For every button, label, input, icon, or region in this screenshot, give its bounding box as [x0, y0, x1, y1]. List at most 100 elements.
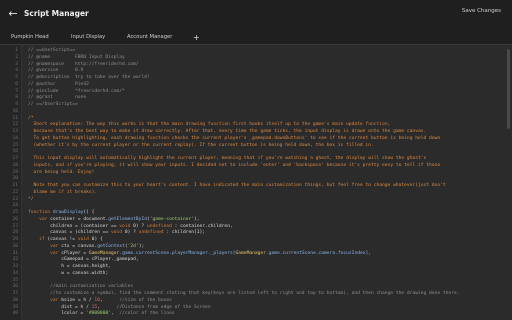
code-token: //to customize a symbol, find the commen… — [28, 291, 460, 296]
back-arrow-icon[interactable]: ← — [4, 0, 22, 26]
line-number: 35 — [12, 277, 18, 283]
code-text: var bsize = h / 10, //size of the boxes — [28, 298, 172, 303]
code-token: you're watching a ghost, the display wil… — [263, 156, 427, 161]
code-token: it breaks). — [63, 189, 98, 195]
code-line[interactable]: 20 — [0, 176, 512, 181]
line-number: 38 — [12, 297, 18, 303]
code-line[interactable]: 5 // @description try to take over the wo… — [0, 75, 512, 80]
line-number: 3 — [15, 61, 18, 67]
code-token: blame me — [28, 189, 59, 195]
tab-pumpkin-head[interactable]: Pumpkin Head — [11, 30, 71, 44]
code-line[interactable]: 17 This input display will automatically… — [0, 156, 512, 161]
code-token: inputs, and — [28, 162, 67, 168]
code-token: drawDisplay — [52, 210, 84, 215]
code-line[interactable]: 26 var container = document.getElementBy… — [0, 217, 512, 222]
code-line[interactable]: 28 canvas = (children == void 0) ? undef… — [0, 230, 512, 235]
code-line[interactable]: 8 // @grant none — [0, 95, 512, 100]
code-text: are being held. Enjoy! — [28, 170, 95, 175]
code-text: (whether it's by the current player or t… — [28, 143, 374, 148]
line-number: 10 — [12, 108, 18, 114]
code-token: GameManager — [235, 250, 266, 256]
code-text: canvas = (children == void 0) ? undefine… — [28, 230, 205, 235]
code-line[interactable]: 32 cGamepad = cPlayer._gamepad, — [0, 257, 512, 262]
code-line[interactable]: 7 // @include *freeriderhd.com/* — [0, 89, 512, 94]
code-token: function — [28, 210, 51, 215]
code-line[interactable]: 12 Short explanation: The way this works… — [0, 122, 512, 127]
line-number: 25 — [12, 210, 18, 215]
code-line[interactable]: 13 because that's the best way to make i… — [0, 129, 512, 134]
code-line[interactable]: 25 function drawDisplay() { — [0, 210, 512, 215]
code-line[interactable]: 3 // @namespace http://freeriderhd.com/ — [0, 62, 512, 67]
code-token: This input display will automatically hi… — [28, 156, 258, 161]
tab-account-manager[interactable]: Account Manager — [127, 30, 193, 44]
code-line[interactable]: 37 //to customize a symbol, find the com… — [0, 291, 512, 296]
code-line[interactable]: 15 (whether it's by the current player o… — [0, 143, 512, 148]
code-line[interactable]: 31 var cPlayer = GameManager.game.curren… — [0, 251, 512, 256]
line-number: 27 — [12, 223, 18, 229]
code-token: first hooks itself up to the game's main… — [229, 122, 366, 128]
code-token: */ — [28, 196, 34, 202]
code-line[interactable]: 23 */ — [0, 197, 512, 202]
code-line[interactable]: 6 // @author Pie42 — [0, 82, 512, 87]
code-token: cGamepad = cPlayer._gamepad, — [28, 257, 139, 263]
save-changes-button[interactable]: Save Changes — [462, 8, 501, 14]
code-text: //to customize a symbol, find the commen… — [28, 291, 459, 296]
code-text: // ==/UserScript== — [28, 102, 78, 107]
code-line[interactable]: 21 Note that you can customize this to y… — [0, 183, 512, 188]
code-token: function — [207, 122, 230, 128]
line-number: 29 — [12, 237, 18, 242]
code-text: // @grant none — [28, 95, 86, 100]
code-token: : container.children, — [171, 223, 233, 229]
code-line[interactable]: 35 — [0, 278, 512, 283]
code-token: // @version 0.9 — [28, 68, 84, 74]
code-line[interactable]: 18 inputs, and if you're playing, it wil… — [0, 163, 512, 168]
code-token: //color of the lines — [119, 311, 175, 317]
code-line[interactable]: 33 h = canvas.height, — [0, 264, 512, 269]
code-line[interactable]: 19 are being held. Enjoy! — [0, 170, 512, 175]
code-token: w = canvas.width; — [28, 270, 109, 276]
code-line[interactable]: 34 w = canvas.width; — [0, 271, 512, 276]
code-token: ); — [138, 243, 145, 249]
code-token: : children[1]; — [163, 230, 206, 236]
code-token: container = document. — [47, 216, 109, 222]
code-token: getContext — [97, 243, 125, 249]
code-token: .game.currentScene.camera.focusIndex], — [265, 250, 372, 256]
code-text: This input display will automatically hi… — [28, 156, 427, 161]
line-number: 21 — [12, 183, 18, 188]
code-token: getElementById — [108, 216, 147, 222]
code-line[interactable]: 1 // ==UserScript== — [0, 48, 512, 53]
code-text: // @version 0.9 — [28, 68, 83, 73]
code-token: // @author Pie42 — [28, 81, 89, 87]
code-token: '#000000' — [86, 311, 111, 317]
code-line[interactable]: 29 if (canvas != void 0) { — [0, 237, 512, 242]
code-token: //size of the boxes — [119, 297, 172, 303]
window-title: Script Manager — [24, 8, 89, 18]
code-text: Short explanation: The way this works is… — [28, 122, 391, 128]
tab-input-display[interactable]: Input Display — [71, 30, 127, 44]
code-line[interactable]: 39 dist = h / 15, //Distance from edge o… — [0, 305, 512, 310]
vertical-scrollbar[interactable] — [507, 49, 510, 129]
code-token: '2d' — [127, 243, 139, 249]
code-line[interactable]: 16 — [0, 149, 512, 154]
code-editor[interactable]: 1 // ==UserScript== 2 // @name FBRD Input D… — [0, 44, 512, 320]
code-text: //main customization variables — [28, 284, 133, 289]
code-line[interactable]: 10 — [0, 109, 512, 114]
code-line[interactable]: 9 // ==/UserScript== — [0, 102, 512, 107]
code-token: void — [119, 223, 131, 229]
code-token: // ==/UserScript== — [28, 102, 78, 107]
code-line[interactable]: 36 //main customization variables — [0, 284, 512, 289]
code-line[interactable]: 38 var bsize = h / 10, //size of the box… — [0, 298, 512, 303]
code-line[interactable]: 24 — [0, 203, 512, 208]
code-line[interactable]: 40 lcolor = '#000000', //color of the li… — [0, 311, 512, 316]
code-line[interactable]: 4 // @version 0.9 — [0, 68, 512, 73]
code-line[interactable]: 27 children = (container == void 0) ? un… — [0, 224, 512, 229]
code-line[interactable]: 2 // @name FBRD Input Display — [0, 55, 512, 60]
code-text: // @namespace http://freeriderhd.com/ — [28, 62, 139, 67]
code-text: inputs, and if you're playing, it will s… — [28, 162, 441, 168]
add-tab-icon[interactable]: + — [193, 30, 205, 44]
code-line[interactable]: 30 var ctx = canvas.getContext('2d'); — [0, 244, 512, 249]
code-line[interactable]: 22 blame me if it breaks). — [0, 190, 512, 195]
code-line[interactable]: 11 /* — [0, 116, 512, 121]
code-line[interactable]: 14 To get button highlighting, each draw… — [0, 136, 512, 141]
